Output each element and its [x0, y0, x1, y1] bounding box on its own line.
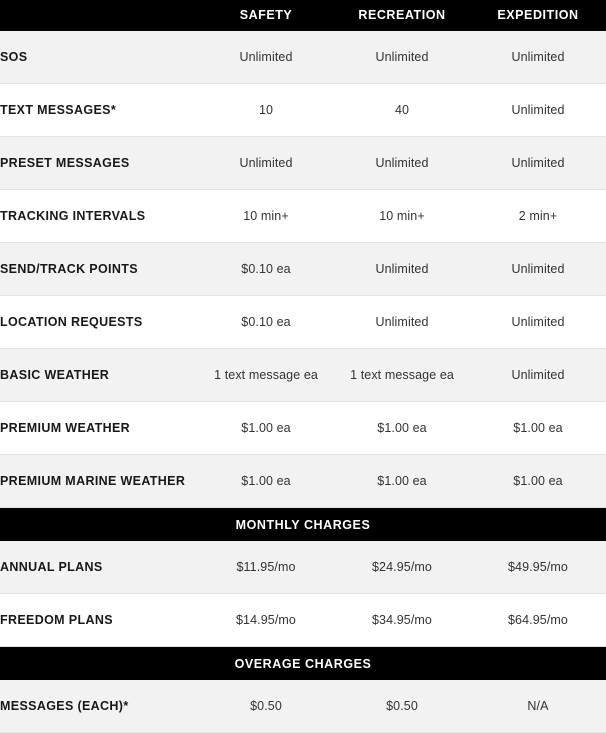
feature-label: PRESET MESSAGES	[0, 136, 198, 190]
feature-label: TRACKING INTERVALS	[0, 189, 198, 243]
table-header: SAFETY RECREATION EXPEDITION	[0, 0, 606, 31]
feature-value-expedition: $1.00 ea	[470, 401, 606, 455]
table-row: PREMIUM MARINE WEATHER $1.00 ea $1.00 ea $1…	[0, 454, 606, 508]
feature-value-recreation: 1 text message ea	[334, 348, 470, 402]
feature-value-recreation: Unlimited	[334, 295, 470, 349]
feature-value-safety: $1.00 ea	[198, 454, 334, 508]
feature-value-safety: Unlimited	[198, 136, 334, 190]
feature-value-safety: $0.10 ea	[198, 295, 334, 349]
table-row: PRESET MESSAGES Unlimited Unlimited Unlimit…	[0, 136, 606, 190]
column-header-safety: SAFETY	[239, 8, 293, 22]
feature-value-expedition: Unlimited	[470, 295, 606, 349]
feature-value-recreation: $1.00 ea	[334, 401, 470, 455]
table-row: PREMIUM WEATHER $1.00 ea $1.00 ea $1.00 ea	[0, 401, 606, 455]
feature-value-recreation: Unlimited	[334, 242, 470, 296]
column-header-feature	[0, 0, 198, 31]
feature-value-safety: $11.95/mo	[198, 541, 334, 594]
feature-value-expedition: $49.95/mo	[470, 541, 606, 594]
feature-value-recreation: $34.95/mo	[334, 593, 470, 647]
feature-label: PREMIUM WEATHER	[0, 401, 198, 455]
feature-value-safety: $14.95/mo	[198, 593, 334, 647]
feature-label: LOCATION REQUESTS	[0, 295, 198, 349]
feature-value-recreation: Unlimited	[334, 136, 470, 190]
feature-value-safety: 10 min+	[198, 189, 334, 243]
feature-label: PREMIUM MARINE WEATHER	[0, 454, 198, 508]
feature-value-expedition: Unlimited	[470, 348, 606, 402]
table-row: TEXT MESSAGES* 10 40 Unlimited	[0, 83, 606, 137]
table-section-row: MONTHLY CHARGES	[0, 507, 606, 541]
feature-value-safety: $0.10 ea	[198, 242, 334, 296]
feature-label: MESSAGES (EACH)*	[0, 680, 198, 733]
feature-value-safety: 1 text message ea	[198, 348, 334, 402]
feature-label: SOS	[0, 31, 198, 84]
feature-label: FREEDOM PLANS	[0, 593, 198, 647]
feature-value-safety: Unlimited	[198, 31, 334, 84]
plan-comparison-table: SAFETY RECREATION EXPEDITION SOS Unlimite…	[0, 0, 606, 733]
feature-value-expedition: Unlimited	[470, 136, 606, 190]
table-row: ANNUAL PLANS $11.95/mo $24.95/mo $49.95/mo	[0, 541, 606, 594]
section-title: MONTHLY CHARGES	[0, 507, 606, 541]
feature-value-expedition: Unlimited	[470, 31, 606, 84]
feature-value-recreation: $0.50	[334, 680, 470, 733]
section-title: OVERAGE CHARGES	[0, 646, 606, 680]
feature-value-expedition: Unlimited	[470, 242, 606, 296]
feature-value-recreation: Unlimited	[334, 31, 470, 84]
table-row: TRACKING INTERVALS 10 min+ 10 min+ 2 min+	[0, 189, 606, 243]
feature-value-expedition: $64.95/mo	[470, 593, 606, 647]
table-row: LOCATION REQUESTS $0.10 ea Unlimited Unlimi…	[0, 295, 606, 349]
table-row: BASIC WEATHER 1 text message ea 1 text mes…	[0, 348, 606, 402]
table-row: SOS Unlimited Unlimited Unlimited	[0, 31, 606, 84]
table-header-row: SAFETY RECREATION EXPEDITION	[0, 0, 606, 31]
feature-value-safety: $1.00 ea	[198, 401, 334, 455]
feature-value-expedition: N/A	[470, 680, 606, 733]
feature-value-safety: 10	[198, 83, 334, 137]
feature-value-recreation: $24.95/mo	[334, 541, 470, 594]
table-row: SEND/TRACK POINTS $0.10 ea Unlimited Unlimi…	[0, 242, 606, 296]
feature-value-expedition: $1.00 ea	[470, 454, 606, 508]
table-body: SOS Unlimited Unlimited Unlimited TEXT MESSA…	[0, 31, 606, 733]
feature-label: SEND/TRACK POINTS	[0, 242, 198, 296]
feature-label: BASIC WEATHER	[0, 348, 198, 402]
feature-value-recreation: 40	[334, 83, 470, 137]
feature-value-expedition: 2 min+	[470, 189, 606, 243]
feature-value-recreation: $1.00 ea	[334, 454, 470, 508]
column-header-recreation: RECREATION	[358, 8, 446, 22]
table-row: MESSAGES (EACH)* $0.50 $0.50 N/A	[0, 680, 606, 733]
table-row: FREEDOM PLANS $14.95/mo $34.95/mo $64.95/mo	[0, 593, 606, 647]
table-section-row: OVERAGE CHARGES	[0, 646, 606, 680]
feature-label: ANNUAL PLANS	[0, 541, 198, 594]
feature-value-recreation: 10 min+	[334, 189, 470, 243]
column-header-expedition: EXPEDITION	[497, 8, 579, 22]
feature-value-expedition: Unlimited	[470, 83, 606, 137]
feature-value-safety: $0.50	[198, 680, 334, 733]
feature-label: TEXT MESSAGES*	[0, 83, 198, 137]
